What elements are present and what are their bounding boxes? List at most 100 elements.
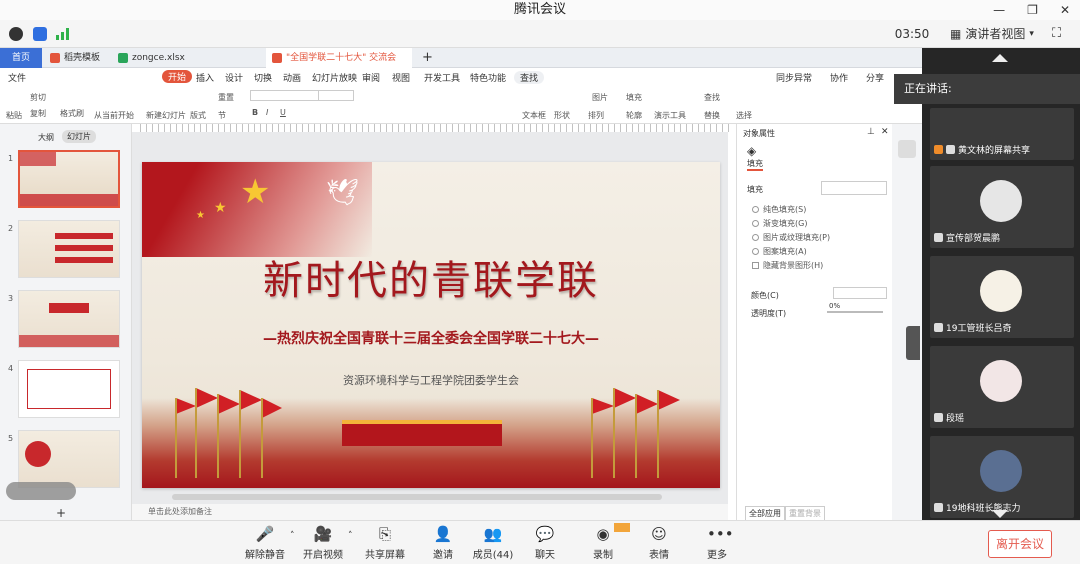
slide-thumbnail-3[interactable] [18,290,120,348]
speaking-label: 正在讲话: [904,82,952,95]
docer-icon [50,53,60,63]
close-pane-icon[interactable]: ✕ [881,127,889,137]
fill-tab[interactable]: 填充 [747,158,763,171]
fill-dropdown[interactable] [821,181,887,195]
menu-start[interactable]: 开始 [162,70,193,83]
members-button[interactable]: 👥 成员(44) [468,525,518,561]
menu-search[interactable]: 查找 [514,71,545,84]
scroll-up-icon[interactable] [992,54,1008,62]
participant-card[interactable]: 19地科班长熊志力 [930,436,1074,518]
italic-button[interactable]: I [266,108,268,117]
tab-home[interactable]: 首页 [0,48,42,68]
play-current-button[interactable]: 从当前开始 [94,110,134,121]
format-painter-button[interactable]: 格式刷 [60,108,84,119]
participant-card[interactable]: 19工管班长吕奇 [930,256,1074,338]
picture-fill-radio[interactable]: 图片或纹理填充(P) [752,232,830,243]
notes-area[interactable]: 单击此处添加备注 [132,504,728,520]
shield-icon[interactable] [33,27,47,41]
gradient-fill-radio[interactable]: 渐变填充(G) [752,218,807,229]
add-slide-icon[interactable]: + [56,506,66,520]
tab-presentation[interactable]: "全国学联二十七大" 交流会 [266,48,412,68]
bold-button[interactable]: B [252,108,258,117]
slides-tab[interactable]: 幻灯片 [62,130,96,143]
apply-all-button[interactable]: 全部应用 [745,506,785,521]
outline-button[interactable]: 轮廓 [626,110,642,121]
select-button[interactable]: 选择 [736,110,752,121]
menu-slideshow[interactable]: 幻灯片放映 [312,71,357,84]
new-slide-button[interactable]: 新建幻灯片 [146,110,186,121]
fill-button[interactable]: 填充 [626,92,642,103]
participant-card[interactable]: 段瑶 [930,346,1074,428]
signal-icon[interactable] [56,28,70,40]
view-mode-button[interactable]: ▦ 演讲者视图 ▾ [950,24,1034,44]
shape-button[interactable]: 形状 [554,110,570,121]
start-video-button[interactable]: 🎥 开启视频 [298,525,348,561]
mic-options-chevron[interactable]: ˄ [290,531,295,541]
pin-icon[interactable]: ⊥ [867,127,875,137]
horizontal-scrollbar[interactable] [172,494,662,500]
fullscreen-icon[interactable]: ⛶ [1052,26,1061,41]
replace-button[interactable]: 替换 [704,110,720,121]
outline-tab[interactable]: 大纲 [38,132,54,143]
underline-button[interactable]: U [280,108,286,117]
unmute-button[interactable]: 🎤 解除静音 [240,525,290,561]
transparency-slider[interactable] [827,311,883,313]
menu-animation[interactable]: 动画 [283,71,301,84]
meeting-toolbar: 🎤 解除静音 ˄ 🎥 开启视频 ˄ ⎘ 共享屏幕 👤 邀请 👥 成员(44) 💬 聊天 ◉ 录… [0,520,1080,564]
reset-background-button[interactable]: 重置背景 [785,506,825,521]
invite-button[interactable]: 👤 邀请 [418,525,468,561]
tab-docer[interactable]: 稻壳模板 [44,48,110,68]
slide-thumbnail-1[interactable] [18,150,120,208]
menu-review[interactable]: 审阅 [362,71,380,84]
menu-insert[interactable]: 插入 [196,71,214,84]
layout-button[interactable]: 版式 [190,110,206,121]
section-button[interactable]: 节 [218,110,226,121]
chat-button[interactable]: 💬 聊天 [520,525,570,561]
scroll-down-icon[interactable] [992,510,1008,518]
participant-card[interactable]: 黄文林的屏幕共享 [930,108,1074,160]
info-icon[interactable] [9,27,23,41]
menu-design[interactable]: 设计 [225,71,243,84]
minimize-icon[interactable]: — [993,0,1005,20]
hide-background-checkbox[interactable]: 隐藏背景图形(H) [752,260,823,271]
textbox-button[interactable]: 文本框 [522,110,546,121]
close-icon[interactable]: ✕ [1060,0,1070,20]
sidebar-settings-icon[interactable] [898,140,916,158]
copy-button[interactable]: 复制 [30,108,46,119]
menu-features[interactable]: 特色功能 [470,71,506,84]
solid-fill-radio[interactable]: 纯色填充(S) [752,204,806,215]
slide-thumbnail-2[interactable] [18,220,120,278]
current-slide[interactable]: ★ ★ ★ 🕊 新时代的青联学联 —热烈庆祝全国青联十三届全委会全国学联二十七大… [142,162,720,488]
pattern-fill-radio[interactable]: 图案填充(A) [752,246,807,257]
slide-thumbnail-5[interactable] [18,430,120,488]
menu-file[interactable]: 文件 [8,71,26,84]
color-picker[interactable] [833,287,887,299]
menu-view[interactable]: 视图 [392,71,410,84]
participant-card[interactable]: 宣传部贺晨鹏 [930,166,1074,248]
menu-transition[interactable]: 切换 [254,71,272,84]
share-screen-button[interactable]: ⎘ 共享屏幕 [360,525,410,561]
tab-xlsx[interactable]: zongce.xlsx [112,48,262,68]
slide-thumbnail-4[interactable] [18,360,120,418]
paste-button[interactable]: 粘贴 [6,110,22,121]
emoji-button[interactable]: ☺ 表情 [634,525,684,561]
reset-button[interactable]: 重置 [218,92,234,103]
fill-bucket-icon[interactable]: ◈ [747,144,756,158]
picture-button[interactable]: 图片 [592,92,608,103]
collaborate-button[interactable]: 协作 [830,71,848,84]
arrange-button[interactable]: 排列 [588,110,604,121]
collapse-panel-handle[interactable] [906,326,920,360]
sync-status[interactable]: 同步异常 [776,71,812,84]
find-button[interactable]: 查找 [704,92,720,103]
video-options-chevron[interactable]: ˄ [348,531,353,541]
share-button[interactable]: 分享 [866,71,884,84]
maximize-icon[interactable]: ❐ [1027,0,1038,20]
floating-capsule[interactable] [6,482,76,500]
cut-button[interactable]: 剪切 [30,92,46,103]
menu-devtools[interactable]: 开发工具 [424,71,460,84]
new-tab-icon[interactable]: + [422,50,433,65]
leave-meeting-button[interactable]: 离开会议 [988,530,1052,558]
more-button[interactable]: ••• 更多 [692,525,742,561]
font-size-select[interactable] [318,90,354,101]
presentation-tools-button[interactable]: 演示工具 [654,110,686,121]
